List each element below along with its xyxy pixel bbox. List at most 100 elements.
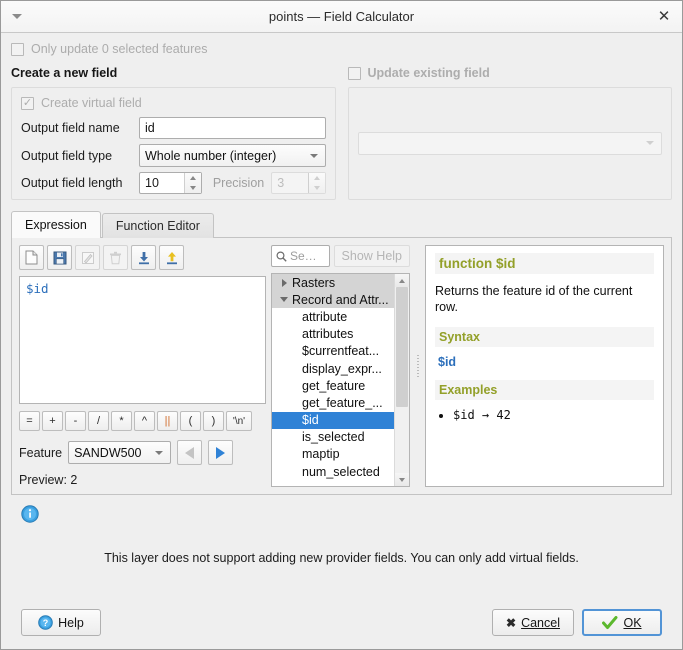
panel-splitter[interactable] [415,245,420,487]
stepper-up-icon [309,173,325,183]
previous-feature-button [177,440,203,465]
scroll-up-icon[interactable] [395,274,409,287]
tree-group-rasters-label: Rasters [292,275,336,290]
chevron-down-icon [309,153,318,158]
show-help-button: Show Help [333,245,410,267]
new-expression-button[interactable] [19,245,44,270]
output-field-length-label: Output field length [21,176,123,190]
output-field-name-input[interactable]: id [139,117,326,139]
operator-buttons: = + - / * ^ || ( ) '\n' [19,411,266,431]
field-calculator-dialog: points — Field Calculator ✕ Only update … [0,0,683,650]
trash-icon [110,251,121,264]
create-new-field-title: Create a new field [11,66,118,80]
scrollbar-thumb[interactable] [396,287,408,407]
tree-item-attributes[interactable]: attributes [272,326,394,343]
operator-button-power[interactable]: ^ [134,411,155,431]
tree-item-maptip[interactable]: maptip [272,446,394,463]
tree-group-record-label: Record and Attr... [292,292,389,307]
create-virtual-field-row[interactable]: Create virtual field [21,96,326,110]
scrollbar-track[interactable] [395,287,409,473]
tree-group-record-and-attributes[interactable]: Record and Attr... [272,291,394,309]
cancel-button-label: Cancel [521,615,560,630]
import-expression-button[interactable] [131,245,156,270]
window-title: points — Field Calculator [268,9,415,24]
create-virtual-field-checkbox[interactable] [21,96,34,110]
operator-button-newline[interactable]: '\n' [226,411,252,431]
preview-row: Preview: 2 [19,473,266,487]
operator-button-divide[interactable]: / [88,411,109,431]
operator-button-plus[interactable]: + [42,411,63,431]
output-field-type-row: Output field type Whole number (integer) [21,144,326,167]
tree-item-currentfeature[interactable]: $currentfeat... [272,343,394,360]
close-icon: ✖ [506,615,517,630]
output-field-type-combo[interactable]: Whole number (integer) [139,144,326,167]
tab-function-editor[interactable]: Function Editor [101,213,214,238]
tree-item-id[interactable]: $id [272,411,394,429]
field-mode-columns: Create a new field Create virtual field … [11,65,672,200]
search-placeholder: Se… [290,249,317,263]
function-tree[interactable]: Rasters Record and Attr... attribute att… [271,273,410,487]
output-field-length-value: 10 [145,176,159,190]
tree-group-rasters[interactable]: Rasters [272,274,394,292]
expand-triangle-right-icon[interactable] [276,278,292,287]
stepper-down-icon[interactable] [185,183,201,193]
tree-item-num-selected[interactable]: num_selected [272,463,394,480]
scroll-down-icon[interactable] [395,473,409,486]
update-existing-field-column: Update existing field [347,65,673,200]
help-icon: ? [38,615,53,630]
edit-pencil-icon [81,251,94,264]
ok-button[interactable]: OK [582,609,662,636]
dialog-footer: This layer does not support adding new p… [11,495,672,649]
stepper-up-icon[interactable] [185,173,201,183]
tree-item-display-expression[interactable]: display_expr... [272,360,394,377]
expression-text-editor[interactable]: $id [19,276,266,404]
update-existing-field-label: Update existing field [367,66,490,80]
feature-selector-row: Feature SANDW500 [19,440,266,465]
next-feature-button[interactable] [208,440,234,465]
help-examples-heading: Examples [435,379,654,400]
chevron-down-icon [646,141,654,145]
tree-item-is-selected[interactable]: is_selected [272,429,394,446]
precision-spinbox: 3 [271,172,326,194]
operator-button-minus[interactable]: - [65,411,86,431]
cancel-button[interactable]: ✖ Cancel [492,609,574,636]
expression-toolbar [19,245,266,270]
ok-button-label: OK [623,615,642,630]
output-field-length-row: Output field length 10 Precision 3 [21,172,326,194]
output-field-type-value: Whole number (integer) [145,148,277,163]
operator-button-multiply[interactable]: * [111,411,132,431]
operator-button-open-paren[interactable]: ( [180,411,201,431]
output-field-length-stepper[interactable] [183,173,201,193]
function-tree-scrollbar[interactable] [394,274,409,486]
dialog-body: Only update 0 selected features Create a… [1,33,682,649]
only-update-selected-checkbox[interactable] [11,42,24,56]
save-expression-button[interactable] [47,245,72,270]
delete-expression-button [103,245,128,270]
collapse-triangle-down-icon[interactable] [276,297,292,303]
precision-stepper [307,173,325,193]
tree-item-get-feature[interactable]: get_feature [272,377,394,394]
help-syntax-heading: Syntax [435,326,654,347]
search-input[interactable]: Se… [271,245,330,267]
feature-combo[interactable]: SANDW500 [68,441,172,464]
export-expression-button[interactable] [159,245,184,270]
help-button[interactable]: ? Help [21,609,101,636]
preview-label: Preview: [19,473,67,487]
operator-button-close-paren[interactable]: ) [203,411,224,431]
operator-button-concat[interactable]: || [157,411,178,431]
export-up-arrow-icon [166,251,177,264]
help-description: Returns the feature id of the current ro… [435,284,633,315]
window-menu-button[interactable] [4,4,30,30]
precision-label: Precision [212,176,265,190]
update-existing-field-header[interactable]: Update existing field [347,65,673,81]
tree-item-get-feature-by-id[interactable]: get_feature_... [272,394,394,411]
output-field-length-spinbox[interactable]: 10 [139,172,202,194]
tree-item-attribute[interactable]: attribute [272,308,394,325]
update-existing-field-checkbox[interactable] [347,66,361,80]
output-field-name-label: Output field name [21,121,120,135]
operator-button-equals[interactable]: = [19,411,40,431]
tab-expression[interactable]: Expression [11,211,101,238]
only-update-selected-row[interactable]: Only update 0 selected features [11,42,672,56]
close-icon[interactable]: ✕ [655,7,673,25]
chevron-down-icon [155,450,164,455]
